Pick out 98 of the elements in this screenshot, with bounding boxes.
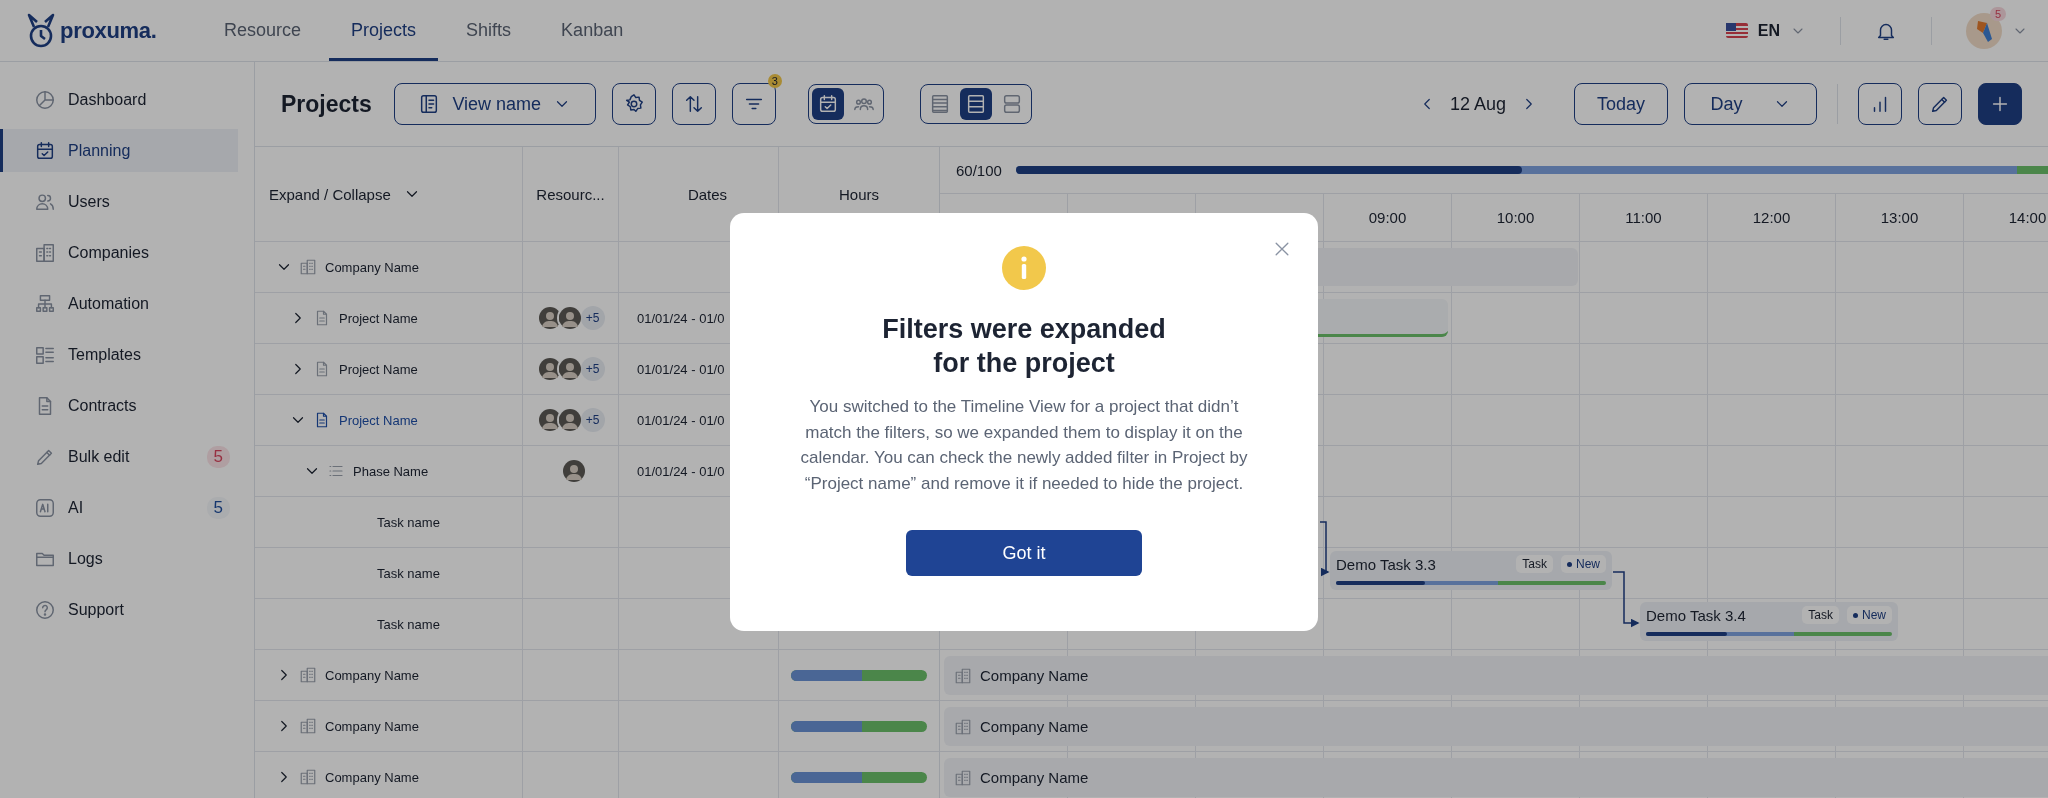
date-range: 01/01/24 - 01/0 bbox=[637, 310, 725, 326]
hour-label: 14:00 bbox=[2008, 209, 2047, 226]
connector-arrow bbox=[1319, 521, 1330, 577]
sidebar-item[interactable]: Companies bbox=[0, 231, 238, 274]
language-selector[interactable]: EN bbox=[1725, 21, 1806, 40]
row-name[interactable]: Company Name bbox=[325, 259, 419, 275]
brand-name: proxuma. bbox=[60, 17, 157, 44]
sidebar-item[interactable]: Contracts bbox=[0, 384, 238, 427]
sidebar-item[interactable]: Dashboard bbox=[0, 78, 238, 121]
building-icon bbox=[954, 717, 972, 736]
settings-button[interactable] bbox=[611, 83, 656, 125]
row-name[interactable]: Task name bbox=[377, 514, 440, 530]
hierarchy-icon bbox=[34, 292, 56, 315]
add-button[interactable] bbox=[1978, 83, 2022, 125]
building-icon bbox=[299, 666, 317, 684]
help-icon bbox=[34, 598, 56, 621]
today-button[interactable]: Today bbox=[1574, 83, 1668, 125]
hour-label: 12:00 bbox=[1752, 209, 1791, 226]
more-count: +5 bbox=[580, 357, 605, 381]
avatar bbox=[560, 458, 587, 484]
more-count: +5 bbox=[580, 306, 605, 330]
notification-badge: 5 bbox=[1990, 6, 2007, 21]
status-tag: New bbox=[1847, 606, 1892, 624]
hour-label: 13:00 bbox=[1880, 209, 1919, 226]
rabbit-clock-icon bbox=[26, 12, 56, 49]
ai-icon bbox=[34, 496, 56, 519]
status-tag: New bbox=[1561, 555, 1606, 573]
connector-arrow bbox=[1612, 571, 1640, 628]
type-tag: Task bbox=[1802, 606, 1839, 624]
calendar-view-button[interactable] bbox=[811, 88, 844, 120]
task-title: Demo Task 3.3 bbox=[1336, 555, 1436, 573]
chart-button[interactable] bbox=[1858, 83, 1902, 125]
building-icon bbox=[299, 258, 317, 276]
more-count: +5 bbox=[580, 408, 605, 432]
sidebar-item[interactable]: Logs bbox=[0, 537, 238, 580]
sidebar-item[interactable]: Planning bbox=[0, 129, 238, 172]
sidebar-item[interactable]: Automation bbox=[0, 282, 238, 325]
row-name[interactable]: Project Name bbox=[339, 361, 418, 377]
task-title: Demo Task 3.4 bbox=[1646, 606, 1746, 624]
date-range: 01/01/24 - 01/0 bbox=[637, 361, 725, 377]
row-name[interactable]: Company Name bbox=[325, 718, 419, 734]
expand-collapse-header[interactable]: Expand / Collapse bbox=[255, 147, 523, 241]
medium-rows-button[interactable] bbox=[959, 88, 992, 120]
hour-label: 10:00 bbox=[1496, 209, 1535, 226]
row-name[interactable]: Project Name bbox=[339, 310, 418, 326]
building-icon bbox=[954, 768, 972, 787]
building-icon bbox=[954, 666, 972, 685]
sidebar-item[interactable]: Bulk edit 5 bbox=[0, 435, 238, 478]
dialog-title: Filters were expanded for the project bbox=[881, 313, 1167, 380]
nav-tab[interactable]: Resource bbox=[202, 0, 324, 61]
row-name[interactable]: Company Name bbox=[325, 667, 419, 683]
sidebar-item[interactable]: Support bbox=[0, 588, 238, 631]
avatar bbox=[556, 407, 583, 433]
dialog-message: You switched to the Timeline View for a project that didn’t match the filters, so we expanded them to display it on the calendar. You can check the newly added filter in Project by “Project name” and remove it if needed to hide the project. bbox=[799, 396, 1249, 495]
view-select[interactable]: View name bbox=[393, 83, 596, 125]
user-avatar[interactable] bbox=[1966, 12, 2002, 49]
calendar-icon bbox=[34, 139, 56, 162]
band-label: Company Name bbox=[980, 667, 1089, 684]
avatar bbox=[556, 356, 583, 382]
nav-tab[interactable]: Shifts bbox=[444, 0, 534, 61]
flag-icon bbox=[1725, 23, 1748, 38]
sidebar-item[interactable]: Templates bbox=[0, 333, 238, 376]
date-range: 01/01/24 - 01/0 bbox=[637, 463, 725, 479]
row-name[interactable]: Task name bbox=[377, 565, 440, 581]
page-title: Projects bbox=[281, 90, 372, 118]
got-it-button[interactable]: Got it bbox=[906, 530, 1142, 576]
hour-label: 09:00 bbox=[1368, 209, 1407, 226]
type-tag: Task bbox=[1516, 555, 1553, 573]
date-label: 12 Aug bbox=[1449, 93, 1506, 115]
column-header: Resourc... bbox=[523, 147, 619, 241]
band-label: Company Name bbox=[980, 718, 1089, 735]
building-icon bbox=[34, 241, 56, 264]
row-name[interactable]: Project Name bbox=[339, 412, 418, 428]
hour-label: 11:00 bbox=[1625, 209, 1662, 226]
dashboard-icon bbox=[34, 88, 56, 111]
date-range: 01/01/24 - 01/0 bbox=[637, 412, 725, 428]
scale-select[interactable]: Day bbox=[1684, 83, 1817, 125]
row-name[interactable]: Phase Name bbox=[353, 463, 429, 479]
edit-button[interactable] bbox=[1918, 83, 1962, 125]
sidebar-item[interactable]: Users bbox=[0, 180, 238, 223]
row-name[interactable]: Task name bbox=[377, 616, 440, 632]
task-card[interactable]: Demo Task 3.4 Task New bbox=[1640, 602, 1898, 641]
info-icon bbox=[1002, 246, 1046, 290]
column-header: Hours bbox=[838, 184, 880, 205]
count-badge: 5 bbox=[206, 445, 230, 468]
building-icon bbox=[299, 717, 317, 735]
count-badge: 5 bbox=[206, 496, 230, 519]
nav-tab[interactable]: Kanban bbox=[539, 0, 646, 61]
row-name[interactable]: Company Name bbox=[325, 769, 419, 785]
capacity-reading: 60/100 bbox=[956, 161, 1002, 179]
band-label: Company Name bbox=[980, 769, 1089, 786]
sort-button[interactable] bbox=[671, 83, 716, 125]
avatar bbox=[556, 305, 583, 331]
building-icon bbox=[299, 768, 317, 786]
sidebar-item[interactable]: AI 5 bbox=[0, 486, 238, 529]
filter-count-badge: 3 bbox=[767, 74, 782, 88]
task-card[interactable]: Demo Task 3.3 Task New bbox=[1330, 551, 1612, 590]
nav-tab[interactable]: Projects bbox=[329, 0, 439, 61]
